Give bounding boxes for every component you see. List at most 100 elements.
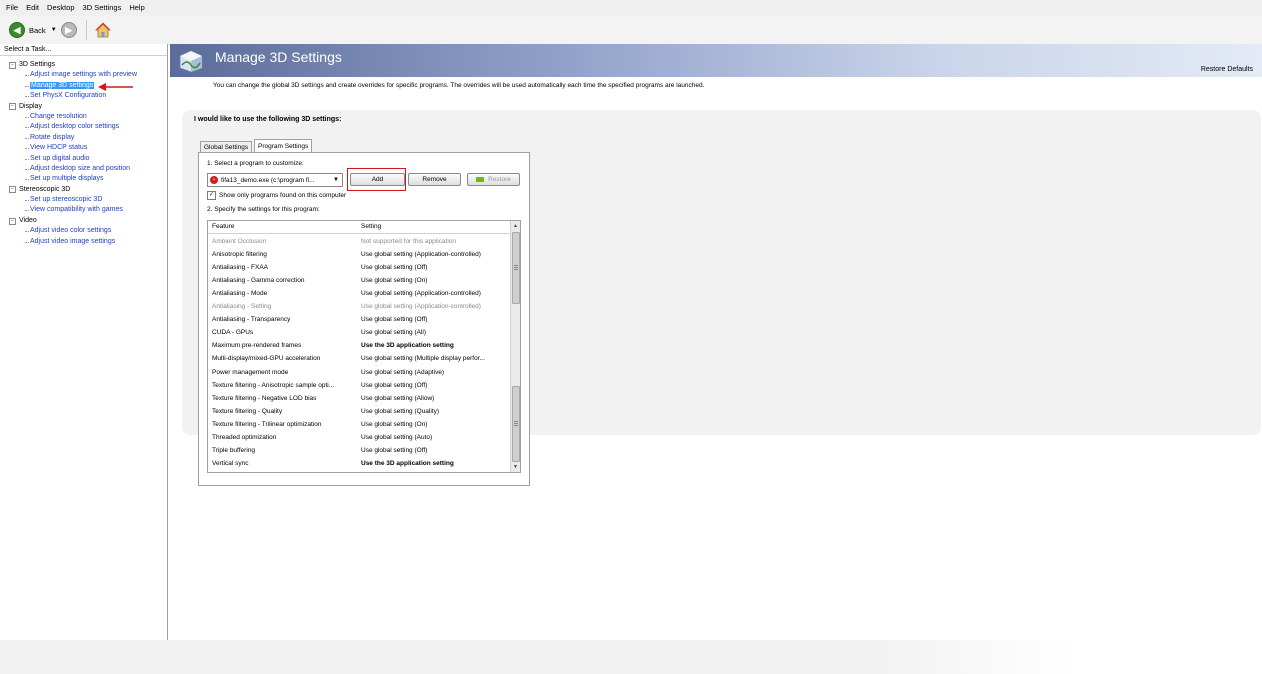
tree-item-setup-stereoscopic[interactable]: Set up stereoscopic 3D: [0, 195, 167, 205]
table-row[interactable]: Antialiasing - Mode Use global setting (A…: [208, 287, 510, 300]
setting-cell[interactable]: Use global setting (Adaptive): [361, 366, 509, 379]
table-row[interactable]: Texture filtering - Quality Use global se…: [208, 405, 510, 418]
feature-cell: Texture filtering - Anisotropic sample o…: [212, 381, 335, 389]
scroll-thumb-bottom[interactable]: [512, 386, 520, 462]
setting-cell[interactable]: Use global setting (Off): [361, 444, 509, 457]
tree-category-stereoscopic-3d[interactable]: − Stereoscopic 3D: [0, 185, 167, 195]
scroll-thumb-top[interactable]: [512, 232, 520, 304]
setting-cell[interactable]: Use global setting (Off): [361, 379, 509, 392]
chevron-down-icon[interactable]: ▼: [333, 177, 339, 183]
menu-file[interactable]: File: [0, 0, 22, 16]
back-arrow-icon[interactable]: ◀: [9, 22, 25, 38]
tree-item-game-compatibility[interactable]: View compatibility with games: [0, 205, 167, 215]
table-row[interactable]: Maximum pre-rendered frames Use the 3D ap…: [208, 339, 510, 352]
table-row[interactable]: Texture filtering - Negative LOD bias Use…: [208, 392, 510, 405]
back-history-dropdown-icon[interactable]: ▼: [51, 27, 57, 33]
tree-item-video-color[interactable]: Adjust video color settings: [0, 226, 167, 236]
collapse-icon[interactable]: −: [9, 61, 16, 69]
table-row[interactable]: Antialiasing - Transparency Use global se…: [208, 313, 510, 326]
back-button-label[interactable]: Back: [29, 26, 46, 35]
setting-cell[interactable]: Use global setting (Auto): [361, 431, 509, 444]
collapse-icon[interactable]: −: [9, 103, 16, 111]
collapse-icon[interactable]: −: [9, 186, 16, 194]
tree-category-label: Stereoscopic 3D: [19, 185, 71, 193]
tree-item-multiple-displays[interactable]: Set up multiple displays: [0, 174, 167, 184]
tree-item-manage-3d-settings[interactable]: Manage 3D settings: [0, 81, 167, 91]
show-only-programs-row: ✓ Show only programs found on this compu…: [207, 191, 346, 200]
settings-heading: I would like to use the following 3D set…: [194, 116, 342, 123]
program-select[interactable]: ▪ fifa13_demo.exe (c:\program fi... ▼: [207, 173, 343, 187]
tree-item-video-image[interactable]: Adjust video image settings: [0, 237, 167, 247]
table-row[interactable]: Anisotropic filtering Use global setting …: [208, 248, 510, 261]
tab-program-settings[interactable]: Program Settings: [254, 139, 313, 153]
restore-defaults-link[interactable]: Restore Defaults: [1201, 66, 1253, 73]
feature-cell: Power management mode: [212, 368, 289, 376]
feature-cell: Antialiasing - Gamma correction: [212, 277, 305, 285]
table-scrollbar[interactable]: ▲ ▼: [510, 221, 520, 472]
setting-cell[interactable]: Use global setting (On): [361, 418, 509, 431]
tree-category-3d-settings[interactable]: − 3D Settings: [0, 60, 167, 70]
home-icon[interactable]: [94, 22, 111, 38]
add-button[interactable]: Add: [350, 173, 405, 186]
show-only-programs-checkbox[interactable]: ✓: [207, 191, 216, 200]
setting-cell[interactable]: Use global setting (Allow): [361, 392, 509, 405]
page-description: You can change the global 3D settings an…: [213, 82, 705, 89]
tree-category-display[interactable]: − Display: [0, 102, 167, 112]
nvidia-icon: [476, 177, 485, 182]
setting-cell[interactable]: Use global setting (Application-controll…: [361, 287, 509, 300]
table-row[interactable]: Multi-display/mixed-GPU acceleration Use …: [208, 352, 510, 365]
menu-3d-settings[interactable]: 3D Settings: [79, 0, 126, 16]
toolbar: ◀ Back ▼ ▶: [0, 16, 1262, 45]
table-row[interactable]: Triple buffering Use global setting (Off): [208, 444, 510, 457]
tree-item-desktop-color[interactable]: Adjust desktop color settings: [0, 122, 167, 132]
setting-cell[interactable]: Use global setting (Multiple display per…: [361, 352, 509, 365]
setting-cell[interactable]: Use global setting (Quality): [361, 405, 509, 418]
scroll-down-icon[interactable]: ▼: [511, 462, 520, 472]
table-row[interactable]: CUDA - GPUs Use global setting (All): [208, 326, 510, 339]
menu-edit[interactable]: Edit: [22, 0, 43, 16]
setting-cell[interactable]: Use global setting (Off): [361, 261, 509, 274]
restore-button[interactable]: Restore: [467, 173, 520, 186]
setting-cell[interactable]: Use global setting (Off): [361, 313, 509, 326]
table-row[interactable]: Power management mode Use global setting …: [208, 366, 510, 379]
program-select-value: fifa13_demo.exe (c:\program fi...: [221, 176, 315, 184]
red-arrow-annotation-icon: [98, 82, 133, 91]
setting-cell[interactable]: Use the 3D application setting: [361, 457, 509, 470]
feature-cell: Vertical sync: [212, 459, 249, 467]
tree-item-rotate-display[interactable]: Rotate display: [0, 133, 167, 143]
setting-cell[interactable]: Use the 3D application setting: [361, 339, 509, 352]
setting-cell[interactable]: Use global setting (Application-controll…: [361, 300, 509, 313]
tree-item-hdcp-status[interactable]: View HDCP status: [0, 143, 167, 153]
show-only-programs-label[interactable]: Show only programs found on this compute…: [219, 192, 346, 199]
table-row[interactable]: Antialiasing - Gamma correction Use globa…: [208, 274, 510, 287]
feature-cell: Texture filtering - Quality: [212, 407, 283, 415]
table-row[interactable]: Antialiasing - Setting Use global setting…: [208, 300, 510, 313]
collapse-icon[interactable]: −: [9, 217, 16, 225]
toolbar-separator: [85, 20, 87, 40]
table-row[interactable]: Vertical sync Use the 3D application sett…: [208, 457, 510, 470]
tree-item-desktop-size-position[interactable]: Adjust desktop size and position: [0, 164, 167, 174]
table-row[interactable]: Threaded optimization Use global setting …: [208, 431, 510, 444]
setting-cell[interactable]: Use global setting (On): [361, 274, 509, 287]
scroll-up-icon[interactable]: ▲: [511, 221, 520, 231]
setting-cell[interactable]: Not supported for this application: [361, 235, 509, 248]
table-row[interactable]: Ambient Occlusion Not supported for this …: [208, 235, 510, 248]
table-row[interactable]: Texture filtering - Trilinear optimizati…: [208, 418, 510, 431]
menu-help[interactable]: Help: [125, 0, 148, 16]
feature-cell: Threaded optimization: [212, 433, 277, 441]
setting-cell[interactable]: Use global setting (Application-controll…: [361, 248, 509, 261]
feature-cell: Antialiasing - Transparency: [212, 316, 291, 324]
tree-item-physx-configuration[interactable]: Set PhysX Configuration: [0, 91, 167, 101]
feature-cell: Antialiasing - Setting: [212, 303, 272, 311]
tree-category-video[interactable]: − Video: [0, 216, 167, 226]
tree-item-change-resolution[interactable]: Change resolution: [0, 112, 167, 122]
tree-item-digital-audio[interactable]: Set up digital audio: [0, 154, 167, 164]
tree-category-label: Display: [19, 102, 42, 110]
forward-arrow-icon[interactable]: ▶: [60, 22, 77, 38]
table-row[interactable]: Texture filtering - Anisotropic sample o…: [208, 379, 510, 392]
table-row[interactable]: Antialiasing - FXAA Use global setting (O…: [208, 261, 510, 274]
menu-desktop[interactable]: Desktop: [43, 0, 79, 16]
tree-item-adjust-image-settings[interactable]: Adjust image settings with preview: [0, 70, 167, 80]
remove-button[interactable]: Remove: [408, 173, 461, 186]
setting-cell[interactable]: Use global setting (All): [361, 326, 509, 339]
